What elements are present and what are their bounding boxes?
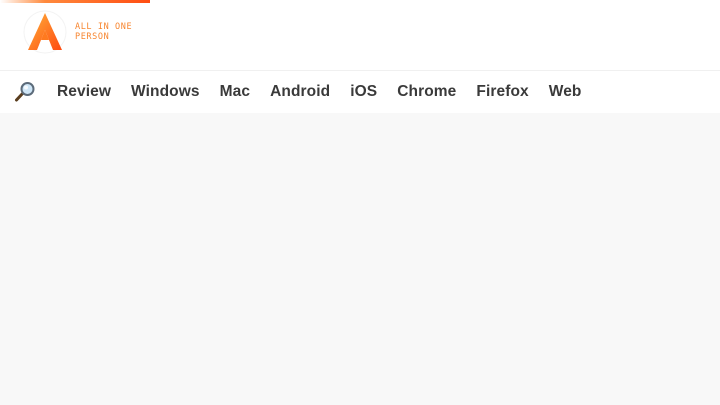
search-button[interactable]: [14, 81, 36, 103]
page-loading-bar: [0, 0, 150, 3]
logo-text-line2: PERSON: [75, 32, 110, 42]
nav-item-android[interactable]: Android: [270, 83, 330, 101]
content-area: [0, 113, 720, 405]
main-nav: Review Windows Mac Android iOS Chrome Fi…: [0, 71, 720, 113]
nav-item-windows[interactable]: Windows: [131, 83, 200, 101]
page: ALL IN ONE PERSON Review Windows Mac And…: [0, 0, 720, 405]
site-header: ALL IN ONE PERSON: [0, 0, 720, 71]
nav-item-mac[interactable]: Mac: [220, 83, 250, 101]
magnifier-icon: [15, 82, 35, 102]
site-logo-link[interactable]: ALL IN ONE PERSON: [22, 10, 132, 54]
nav-item-chrome[interactable]: Chrome: [397, 83, 456, 101]
nav-item-review[interactable]: Review: [57, 83, 111, 101]
logo-text: ALL IN ONE PERSON: [75, 22, 132, 42]
nav-item-ios[interactable]: iOS: [350, 83, 377, 101]
letter-a-logo-icon: [23, 10, 67, 54]
logo-text-line1: ALL IN ONE: [75, 22, 133, 32]
nav-item-firefox[interactable]: Firefox: [476, 83, 528, 101]
nav-item-web[interactable]: Web: [549, 83, 582, 101]
